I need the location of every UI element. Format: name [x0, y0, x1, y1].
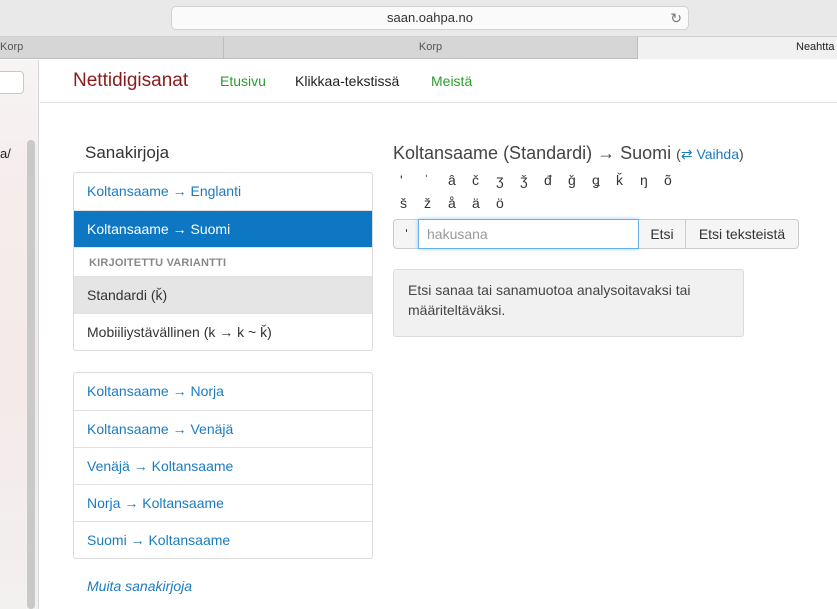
char-key[interactable]: ˈ	[424, 172, 448, 188]
char-key[interactable]: ö	[496, 195, 520, 211]
dict-item-koltansaame-englanti[interactable]: Koltansaame → Englanti	[74, 173, 372, 210]
search-texts-button[interactable]: Etsi teksteistä	[685, 219, 799, 249]
side-search-input[interactable]	[0, 71, 24, 94]
url-text: saan.oahpa.no	[386, 10, 474, 25]
char-key[interactable]: ǥ	[592, 172, 616, 188]
dict-item-norja-koltansaame[interactable]: Norja → Koltansaame	[74, 484, 372, 521]
info-message: Etsi sanaa tai sanamuotoa analysoitavaks…	[393, 269, 744, 337]
special-chars-row-1: ʹˈâčʒǯđǧǥǩŋõ	[400, 172, 688, 188]
dictionary-list-other: Koltansaame → Norja Koltansaame → Venäjä…	[73, 372, 373, 559]
variant-heading: KIRJOITETTU VARIANTTI	[74, 247, 372, 276]
char-key[interactable]: č	[472, 172, 496, 188]
more-dictionaries-link[interactable]: Muita sanakirjoja	[87, 578, 192, 594]
search-button[interactable]: Etsi	[639, 219, 686, 249]
side-scrollbar[interactable]	[27, 140, 35, 609]
search-heading: Koltansaame (Standardi) → Suomi (⇄ Vaihd…	[393, 143, 744, 164]
side-panel: a/	[0, 60, 39, 609]
address-bar[interactable]: saan.oahpa.no ↻	[171, 6, 689, 30]
search-heading-text: Koltansaame (Standardi) → Suomi	[393, 143, 672, 163]
browser-toolbar: saan.oahpa.no ↻	[0, 0, 837, 37]
char-key[interactable]: ʹ	[400, 172, 424, 188]
apostrophe-button[interactable]: ʹ	[393, 219, 419, 249]
dictionaries-heading: Sanakirjoja	[85, 143, 170, 162]
swap-link[interactable]: ⇄ Vaihda	[681, 146, 739, 162]
reload-icon[interactable]: ↻	[670, 7, 682, 29]
char-key[interactable]: ŋ	[640, 172, 664, 188]
swap-direction: (⇄ Vaihda)	[676, 146, 744, 162]
swap-label: Vaihda	[696, 146, 740, 162]
char-key[interactable]: đ	[544, 172, 568, 188]
char-key[interactable]: å	[448, 195, 472, 211]
swap-arrows-icon: ⇄	[680, 146, 693, 162]
dict-item-suomi-koltansaame[interactable]: Suomi → Koltansaame	[74, 521, 372, 558]
dictionary-list-main: Koltansaame → Englanti Koltansaame → Suo…	[73, 172, 373, 351]
site-navbar: Nettidigisanat Etusivu Klikkaa-tekstissä…	[40, 60, 837, 103]
special-chars-row-2: šžåäö	[400, 195, 520, 211]
dict-item-venaja-koltansaame[interactable]: Venäjä → Koltansaame	[74, 447, 372, 484]
char-key[interactable]: õ	[664, 172, 688, 188]
dict-item-koltansaame-venaja[interactable]: Koltansaame → Venäjä	[74, 410, 372, 447]
char-key[interactable]: š	[400, 195, 424, 211]
site-brand[interactable]: Nettidigisanat	[73, 70, 188, 92]
tab-neahtta[interactable]: Neahtta	[637, 37, 837, 59]
dict-item-koltansaame-suomi[interactable]: Koltansaame → Suomi	[74, 210, 372, 247]
char-key[interactable]: ǯ	[520, 172, 544, 188]
nav-link-klikkaa-tekstissa[interactable]: Klikkaa-tekstissä	[295, 73, 399, 89]
char-key[interactable]: ž	[424, 195, 448, 211]
char-key[interactable]: ä	[472, 195, 496, 211]
nav-link-meista[interactable]: Meistä	[431, 73, 472, 89]
char-key[interactable]: ʒ	[496, 172, 520, 188]
tab-korp-2[interactable]: Korp	[223, 37, 637, 59]
variant-item-standardi[interactable]: Standardi (ǩ)	[74, 276, 372, 313]
variant-item-mobiili[interactable]: Mobiiliystävällinen (k → k ~ ǩ)	[74, 313, 372, 350]
nav-link-etusivu[interactable]: Etusivu	[220, 73, 266, 89]
tab-bar: Korp Korp Neahtta	[0, 37, 837, 59]
char-key[interactable]: ǩ	[616, 172, 640, 188]
char-key[interactable]: â	[448, 172, 472, 188]
search-input[interactable]	[418, 219, 639, 249]
char-key[interactable]: ǧ	[568, 172, 592, 188]
tab-korp-1[interactable]: Korp	[0, 37, 223, 59]
dict-item-koltansaame-norja[interactable]: Koltansaame → Norja	[74, 373, 372, 410]
side-panel-text: a/	[0, 146, 11, 161]
